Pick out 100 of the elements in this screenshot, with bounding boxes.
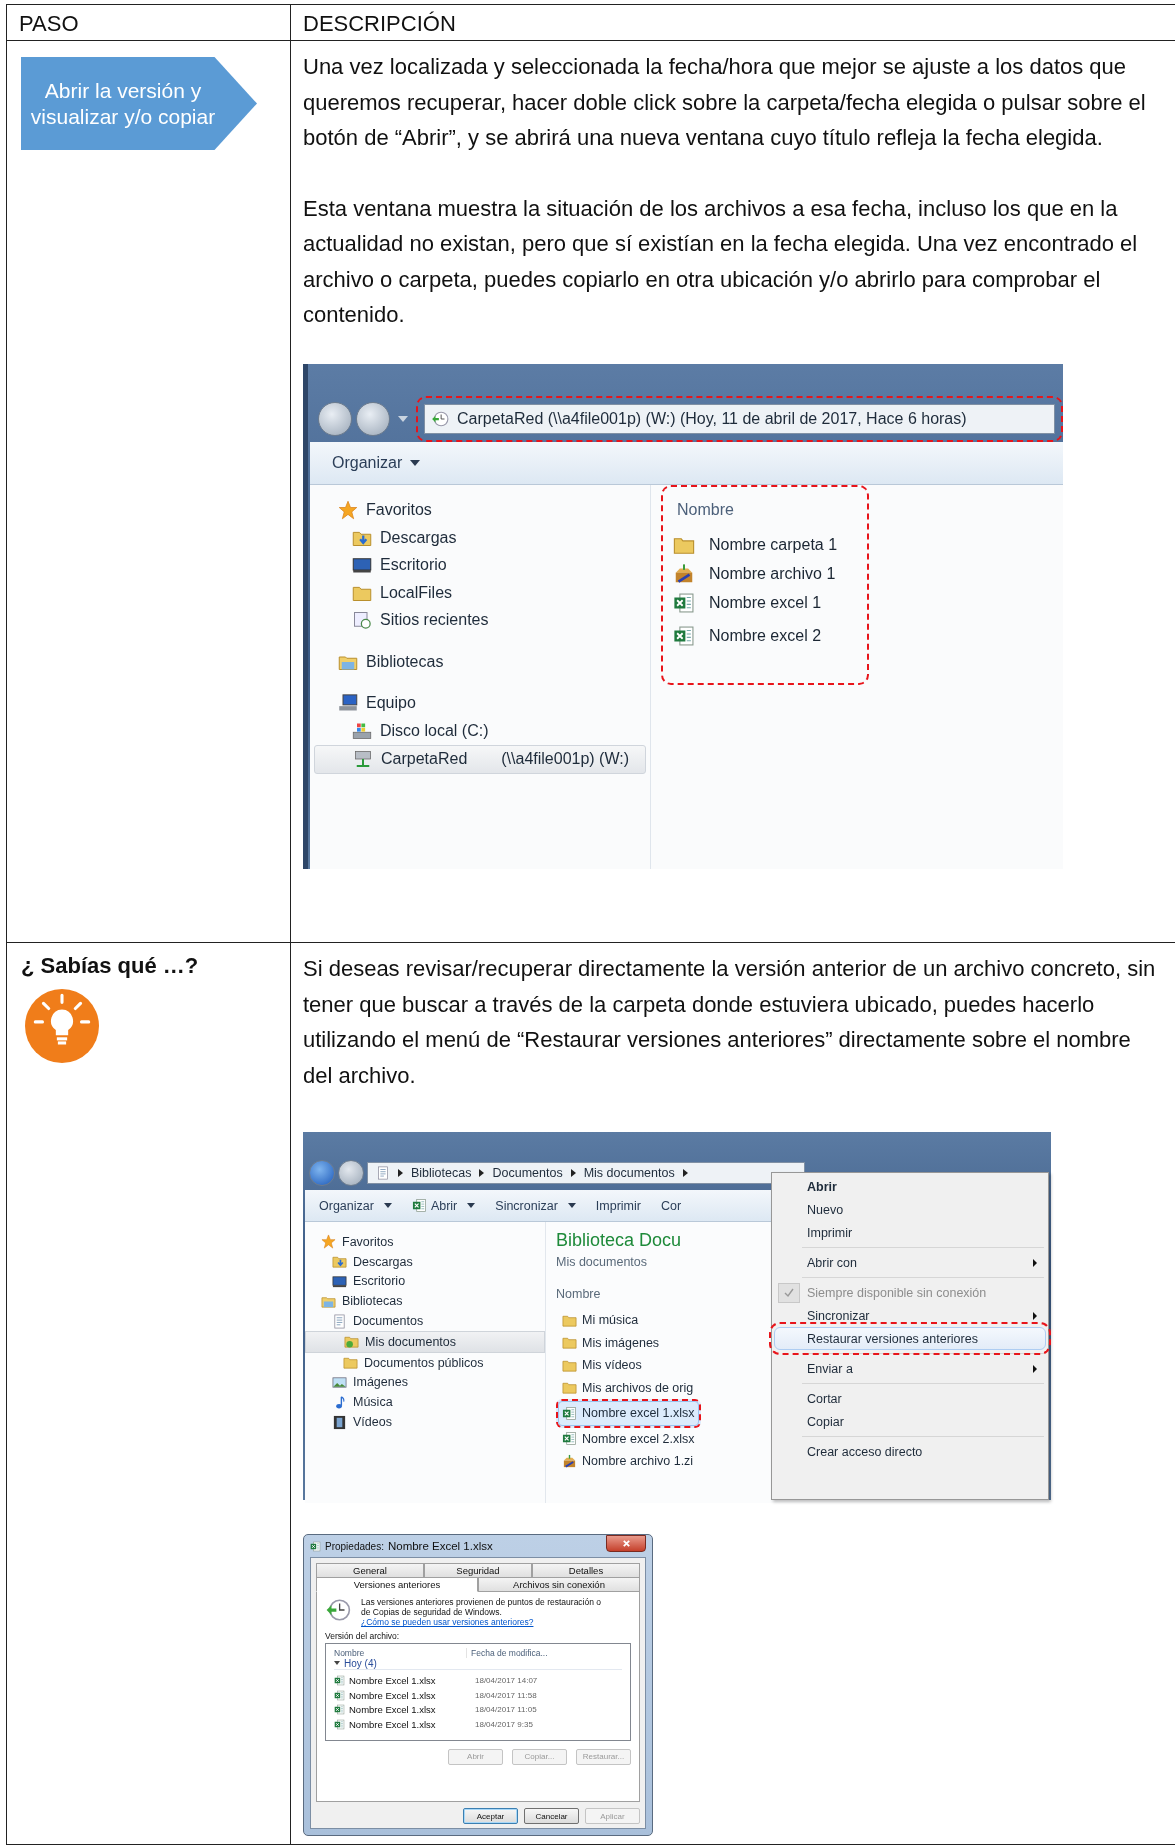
- nav-item[interactable]: Escritorio: [314, 551, 646, 579]
- nav-item[interactable]: Bibliotecas: [305, 1291, 545, 1312]
- info-text: Las versiones anteriores provienen de puntos de restauración o de Copias de seguridad de Windows.: [361, 1597, 603, 1618]
- nav-item[interactable]: Disco local (C:): [314, 717, 646, 745]
- computer-icon: [338, 693, 358, 714]
- nav-item[interactable]: Imágenes: [305, 1372, 545, 1393]
- menu-item[interactable]: Nuevo: [774, 1198, 1046, 1221]
- nav-item[interactable]: Favoritos: [314, 496, 646, 524]
- file-item[interactable]: Mis vídeos: [556, 1354, 648, 1377]
- column-header[interactable]: Nombre: [334, 1647, 466, 1658]
- caret-icon: [467, 1203, 476, 1208]
- caret-icon: [410, 460, 421, 467]
- address-field[interactable]: CarpetaRed (\\a4file001p) (W:) (Hoy, 11 de abril de 2017, Hace 6 horas): [424, 403, 1055, 434]
- file-item[interactable]: Mis archivos de orig: [556, 1376, 700, 1399]
- menu-item[interactable]: Crear acceso directo: [774, 1440, 1046, 1463]
- toolbar-button[interactable]: Abrir: [411, 1198, 476, 1213]
- spreadsheet-icon: [673, 592, 695, 614]
- spreadsheet-icon: [411, 1198, 427, 1213]
- version-row[interactable]: Nombre Excel 1.xlsx 18/04/2017 9:35: [334, 1717, 622, 1732]
- version-row[interactable]: Nombre Excel 1.xlsx 18/04/2017 14:07: [334, 1673, 622, 1689]
- nav-item[interactable]: Descargas: [305, 1251, 545, 1272]
- tip-heading: ¿ Sabías qué …?: [21, 953, 199, 979]
- nav-item[interactable]: Documentos: [305, 1311, 545, 1331]
- file-item[interactable]: Mi música: [556, 1309, 645, 1332]
- desktop-icon: [352, 555, 372, 576]
- column-header[interactable]: Nombre: [556, 1287, 601, 1301]
- nav-item[interactable]: LocalFiles: [314, 579, 646, 607]
- nav-item[interactable]: Escritorio: [305, 1271, 545, 1292]
- forward-button[interactable]: [356, 401, 390, 436]
- folder-icon: [343, 1355, 358, 1371]
- folder-icon: [562, 1380, 577, 1396]
- submenu-arrow-icon: [1033, 1364, 1037, 1373]
- file-item[interactable]: Nombre archivo 1: [673, 559, 838, 589]
- menu-item[interactable]: Abrir con: [774, 1251, 1046, 1274]
- nav-item[interactable]: Mis documentos: [305, 1331, 545, 1353]
- tab[interactable]: Versiones anteriores: [316, 1577, 478, 1592]
- dialog-title-label: Propiedades:: [325, 1540, 384, 1552]
- close-button[interactable]: [606, 1535, 646, 1552]
- close-icon: [621, 1539, 631, 1548]
- desktop-icon: [332, 1274, 347, 1289]
- toolbar-button[interactable]: Sincronizar: [495, 1198, 576, 1213]
- help-link[interactable]: ¿Cómo se pueden usar versiones anteriores?: [361, 1617, 611, 1628]
- menu-item[interactable]: Enviar a: [774, 1357, 1046, 1380]
- chevron-icon: [682, 1169, 688, 1177]
- star-icon: [321, 1234, 336, 1250]
- chevron-icon: [570, 1169, 576, 1177]
- dialog-title: Nombre Excel 1.xlsx: [387, 1540, 493, 1552]
- address-field[interactable]: Bibliotecas Documentos Mis documentos: [367, 1162, 805, 1184]
- menu-item[interactable]: Cortar: [774, 1387, 1046, 1410]
- nav-item[interactable]: CarpetaRed (\\a4file001p) (W:): [314, 744, 646, 774]
- nav-item[interactable]: Favoritos: [305, 1232, 545, 1252]
- file-item[interactable]: Mis imágenes: [556, 1331, 666, 1354]
- spreadsheet-icon: [334, 1718, 345, 1730]
- spreadsheet-icon: [334, 1675, 345, 1687]
- file-item[interactable]: Nombre archivo 1.zi: [556, 1450, 700, 1473]
- nav-item[interactable]: Sitios recientes: [314, 606, 646, 634]
- menu-item[interactable]: Copiar: [774, 1410, 1046, 1433]
- toolbar-button[interactable]: Imprimir: [595, 1198, 641, 1213]
- column-header: DESCRIPCIÓN: [303, 11, 456, 36]
- nav-item[interactable]: Documentos públicos: [305, 1352, 545, 1373]
- film-icon: [332, 1414, 347, 1430]
- document-icon: [376, 1166, 390, 1180]
- nav-item[interactable]: Bibliotecas: [314, 648, 646, 676]
- menu-item[interactable]: Imprimir: [774, 1221, 1046, 1244]
- toolbar-button[interactable]: Organizar: [319, 1198, 392, 1213]
- version-row[interactable]: Nombre Excel 1.xlsx 18/04/2017 11:58: [334, 1688, 622, 1703]
- paragraph: Si deseas revisar/recuperar directamente la versión anterior de un archivo concreto, sin tener que buscar a través de la carpeta donde estuviera ubicado, puedes hacerlo utilizando el menú de “Restaurar versiones anteriores” directamente sobre el nombre del archivo.: [303, 955, 1157, 1090]
- back-button[interactable]: [318, 401, 352, 436]
- dialog-button[interactable]: Aceptar: [463, 1808, 518, 1824]
- chevron-icon: [398, 1169, 403, 1177]
- nav-item[interactable]: Música: [305, 1392, 545, 1413]
- document-folder-icon: [344, 1334, 359, 1350]
- spreadsheet-icon: [562, 1405, 577, 1421]
- back-button[interactable]: [309, 1160, 335, 1186]
- clock-icon: [325, 1597, 351, 1623]
- paragraph: Una vez localizada y seleccionada la fecha/hora que mejor se ajuste a los datos que queremos recuperar, hacer doble click sobre la carpeta/fecha elegida o pulsar sobre el botón de “Abrir”, y se abrirá una nueva ventana cuyo título refleja la fecha elegida.: [303, 53, 1147, 152]
- dialog-button[interactable]: Cancelar: [524, 1808, 579, 1824]
- group-header[interactable]: Hoy (4): [334, 1657, 622, 1670]
- caret-icon: [567, 1203, 576, 1208]
- file-item[interactable]: Nombre excel 2.xlsx: [556, 1427, 701, 1450]
- toolbar-button[interactable]: Cor: [660, 1198, 682, 1213]
- checkmark-icon: [778, 1283, 800, 1303]
- spreadsheet-icon: [334, 1689, 345, 1701]
- version-row[interactable]: Nombre Excel 1.xlsx 18/04/2017 11:05: [334, 1702, 622, 1718]
- clock-icon: [431, 409, 449, 428]
- star-icon: [338, 500, 358, 521]
- column-header: PASO: [19, 11, 79, 36]
- file-item[interactable]: Nombre carpeta 1: [673, 530, 838, 560]
- toolbar-button[interactable]: Organizar: [332, 453, 421, 471]
- nav-item[interactable]: Equipo: [314, 689, 646, 717]
- forward-button[interactable]: [338, 1160, 364, 1186]
- caret-icon[interactable]: [398, 415, 408, 422]
- column-header[interactable]: Fecha de modifica...: [466, 1647, 548, 1658]
- nav-item[interactable]: Vídeos: [305, 1412, 545, 1432]
- nav-item[interactable]: Descargas: [314, 524, 646, 552]
- file-item[interactable]: Nombre excel 1.xlsx: [556, 1399, 701, 1428]
- file-item[interactable]: Nombre excel 1: [673, 588, 838, 618]
- file-item[interactable]: Nombre excel 2: [673, 621, 838, 651]
- column-header[interactable]: Nombre: [665, 490, 884, 525]
- archive-icon: [673, 563, 695, 585]
